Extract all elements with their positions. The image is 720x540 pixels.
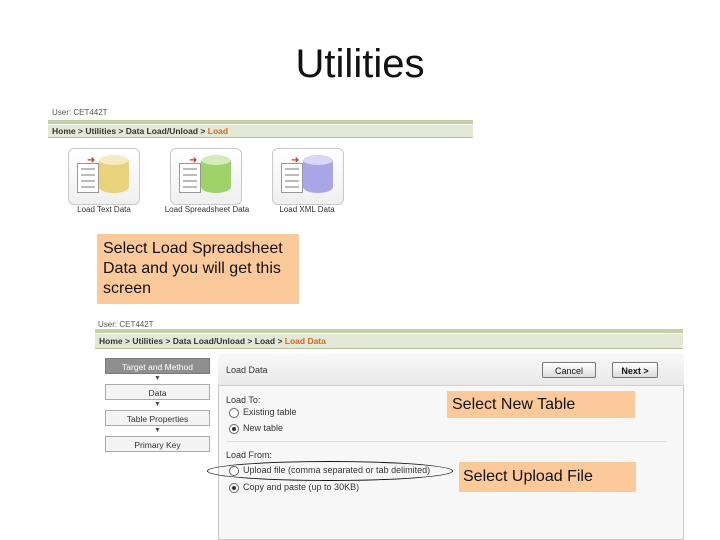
step-arrow-icon: ▼ [154,375,161,382]
wizard-step-table-properties: Table Properties [105,410,210,426]
document-icon [281,163,303,193]
load-spreadsheet-data-label[interactable]: Load Spreadsheet Data [152,205,262,214]
breadcrumb-separator: > [200,126,206,136]
breadcrumb-utilities[interactable]: Utilities [85,126,116,136]
highlight-ellipse [207,461,453,481]
new-table-label[interactable]: New table [243,423,283,433]
database-icon [303,155,333,193]
breadcrumb-data-load-unload[interactable]: Data Load/Unload [126,126,198,136]
slide-title: Utilities [295,42,425,86]
callout-upload-file: Select Upload File [459,462,636,492]
load-spreadsheet-data-tile[interactable]: ➜ [170,148,242,205]
breadcrumb-home[interactable]: Home [52,126,76,136]
breadcrumb-current: Load Data [284,336,326,346]
panel-title: Load Data [226,365,268,375]
wizard-step-primary-key: Primary Key [105,436,210,452]
header-bar [95,329,683,333]
copy-paste-radio[interactable] [229,483,239,493]
load-text-data-tile[interactable]: ➜ [68,148,140,205]
user-label: User: CET442T [98,320,154,329]
header-bar [48,120,473,124]
breadcrumb: Home > Utilities > Data Load/Unload > Lo… [95,334,683,349]
wizard-step-data: Data [105,384,210,400]
user-label: User: CET442T [52,108,108,117]
breadcrumb-separator: > [118,126,124,136]
breadcrumb-separator: > [165,336,171,346]
document-icon [77,163,99,193]
breadcrumb-load[interactable]: Load [255,336,275,346]
copy-paste-label[interactable]: Copy and paste (up to 30KB) [243,482,359,492]
load-xml-data-tile[interactable]: ➜ [272,148,344,205]
breadcrumb-separator: > [78,126,83,136]
existing-table-label[interactable]: Existing table [243,407,297,417]
load-text-data-label[interactable]: Load Text Data [49,205,159,214]
breadcrumb-separator: > [277,336,283,346]
breadcrumb-home[interactable]: Home [99,336,123,346]
next-button[interactable]: Next > [612,362,658,378]
database-icon [99,155,129,193]
step-arrow-icon: ▼ [154,427,161,434]
breadcrumb-utilities[interactable]: Utilities [132,336,163,346]
breadcrumb: Home > Utilities > Data Load/Unload > Lo… [48,125,473,138]
breadcrumb-separator: > [125,336,130,346]
breadcrumb-current: Load [207,126,229,136]
divider [226,441,666,442]
existing-table-radio[interactable] [229,408,239,418]
breadcrumb-separator: > [247,336,253,346]
spreadsheet-icon [179,163,201,193]
new-table-radio[interactable] [229,424,239,434]
callout-new-table: Select New Table [447,391,635,418]
breadcrumb-data-load-unload[interactable]: Data Load/Unload [173,336,245,346]
load-to-label: Load To: [226,395,261,405]
callout-select-load: Select Load Spreadsheet Data and you wil… [97,234,299,304]
cancel-button[interactable]: Cancel [542,362,596,378]
load-from-label: Load From: [226,450,273,460]
wizard-step-target-and-method: Target and Method [105,358,210,374]
step-arrow-icon: ▼ [154,401,161,408]
load-xml-data-label[interactable]: Load XML Data [252,205,362,214]
database-icon [201,155,231,193]
